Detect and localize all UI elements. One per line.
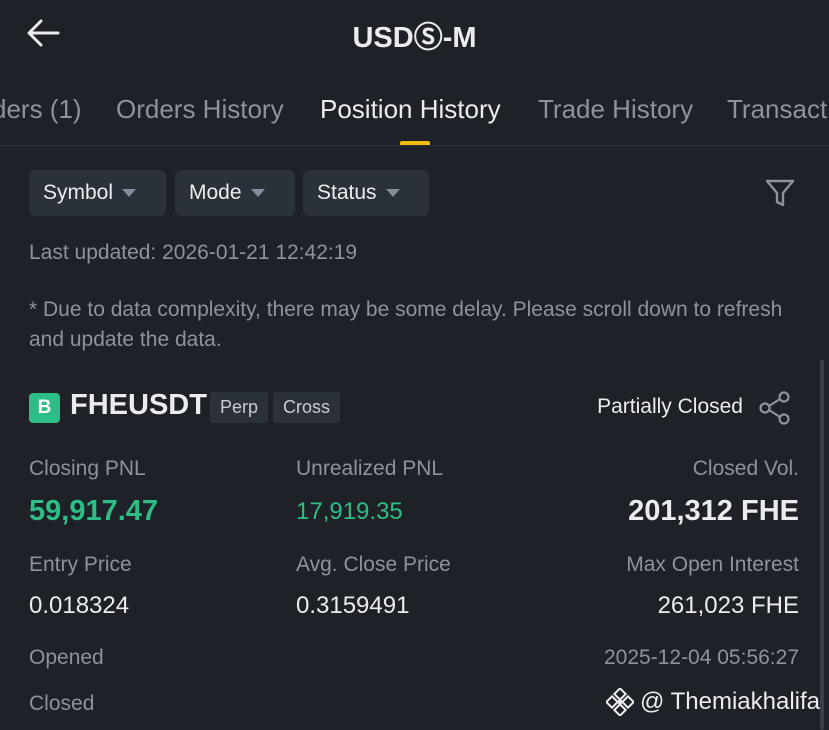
tab-orders-history[interactable]: Orders History <box>116 94 284 125</box>
closed-vol-label: Closed Vol. <box>692 457 799 480</box>
caret-down-icon <box>385 189 400 197</box>
funnel-icon[interactable] <box>764 177 796 209</box>
symbol-name: FHEUSDT <box>70 389 207 421</box>
last-updated-text: Last updated: 2026-01-21 12:42:19 <box>29 241 358 264</box>
side-badge: B <box>29 393 60 423</box>
unrealized-pnl-label: Unrealized PNL <box>296 457 444 480</box>
entry-price-value: 0.018324 <box>29 592 130 619</box>
watermark: @ Themiakhalifa <box>606 688 820 716</box>
binance-logo-icon <box>606 688 634 716</box>
tab-trade-history[interactable]: Trade History <box>538 94 693 125</box>
closing-pnl-value: 59,917.47 <box>29 495 159 527</box>
tab-transaction-history[interactable]: Transact <box>727 94 827 125</box>
symbol-filter-dropdown[interactable]: Symbol <box>29 170 166 216</box>
tab-position-history[interactable]: Position History <box>320 94 501 125</box>
status-filter-label: Status <box>317 181 377 204</box>
mode-filter-dropdown[interactable]: Mode <box>175 170 295 216</box>
avg-close-price-label: Avg. Close Price <box>296 553 451 576</box>
share-icon[interactable] <box>757 390 793 426</box>
caret-down-icon <box>250 189 265 197</box>
tab-bar: ders (1) Orders History Position History… <box>0 88 829 146</box>
unrealized-pnl-value: 17,919.35 <box>296 498 403 525</box>
page-title: USDⓈ-M <box>352 22 477 54</box>
caret-down-icon <box>122 189 137 197</box>
active-tab-indicator <box>400 141 430 145</box>
avg-close-price-value: 0.3159491 <box>296 592 410 619</box>
closed-label: Closed <box>29 692 95 715</box>
opened-time-value: 2025-12-04 05:56:27 <box>604 646 799 669</box>
opened-label: Opened <box>29 646 104 669</box>
status-filter-dropdown[interactable]: Status <box>303 170 429 216</box>
scrollbar[interactable] <box>820 360 824 730</box>
entry-price-label: Entry Price <box>29 553 132 576</box>
symbol-filter-label: Symbol <box>43 181 114 204</box>
data-delay-notice: * Due to data complexity, there may be s… <box>29 298 783 351</box>
margin-mode-tag: Cross <box>273 392 341 423</box>
closed-vol-value: 201,312 FHE <box>628 495 799 527</box>
position-status: Partially Closed <box>597 395 743 418</box>
watermark-text: @ Themiakhalifa <box>640 688 820 715</box>
tab-open-orders[interactable]: ders (1) <box>0 94 82 125</box>
position-history-screen: USDⓈ-M ders (1) Orders History Position … <box>0 0 829 730</box>
max-open-interest-value: 261,023 FHE <box>657 592 799 619</box>
closing-pnl-label: Closing PNL <box>29 457 146 480</box>
mode-filter-label: Mode <box>189 181 242 204</box>
contract-type-tag: Perp <box>210 392 269 423</box>
max-open-interest-label: Max Open Interest <box>626 553 799 576</box>
